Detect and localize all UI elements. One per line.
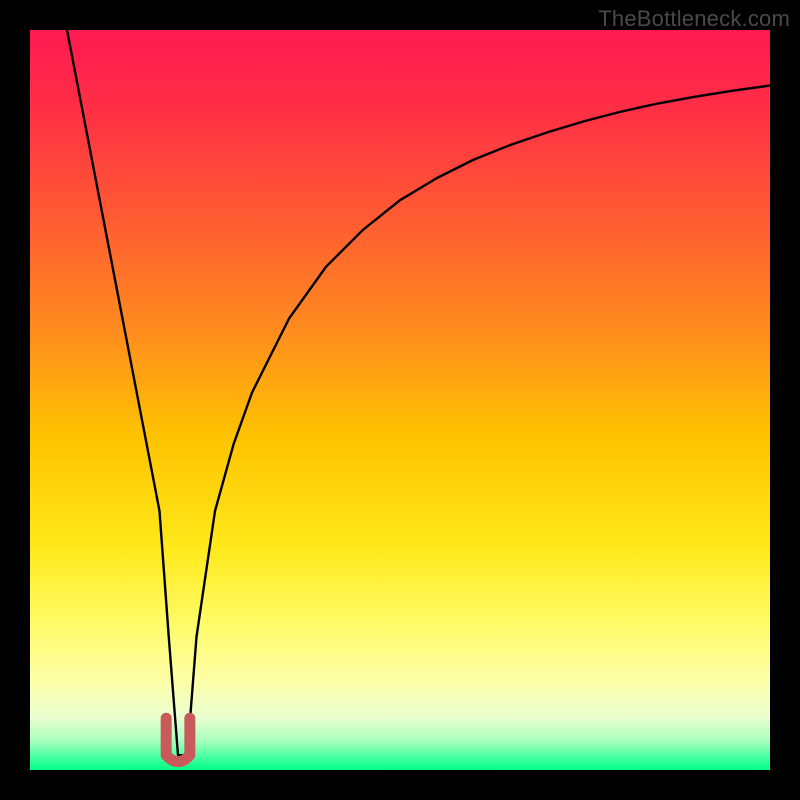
bottleneck-curve	[67, 30, 770, 755]
chart-stage: TheBottleneck.com	[0, 0, 800, 800]
watermark-text: TheBottleneck.com	[598, 6, 790, 32]
curve-layer	[30, 30, 770, 770]
plot-area	[30, 30, 770, 770]
